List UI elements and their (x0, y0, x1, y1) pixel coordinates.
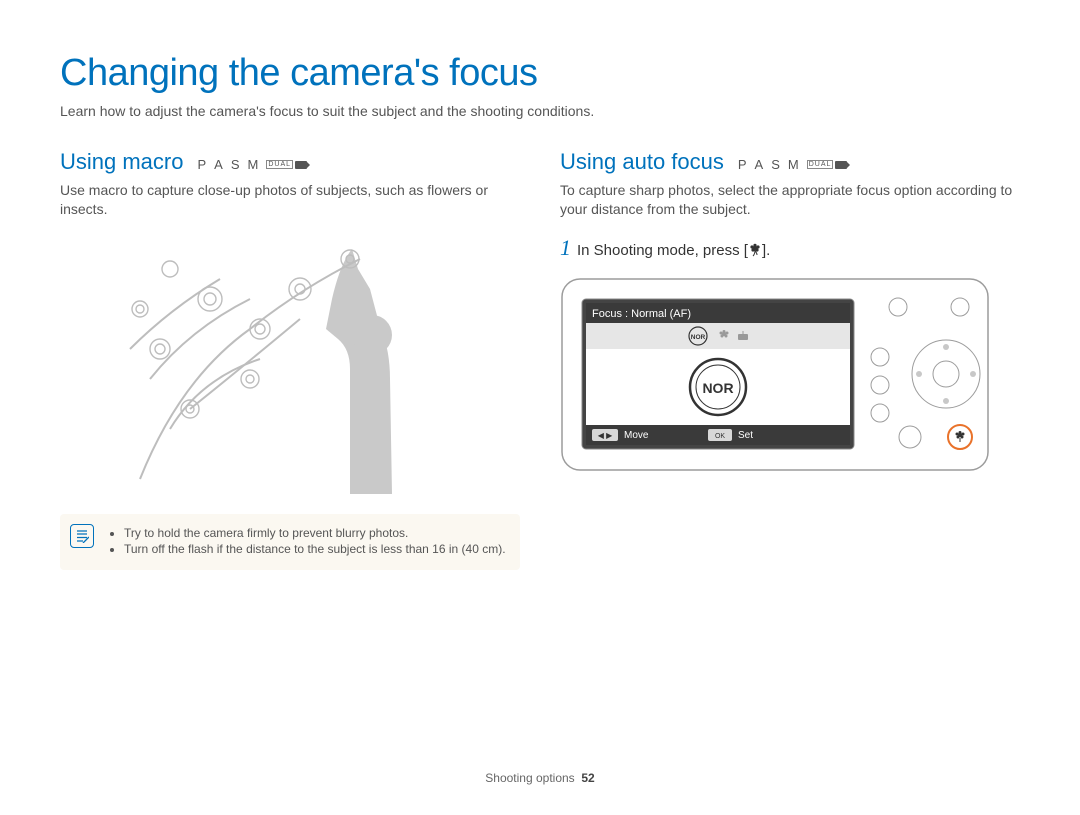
intro-text: Learn how to adjust the camera's focus t… (60, 103, 1020, 119)
heading-autofocus: Using auto focus P A S M DUAL (560, 149, 1020, 175)
page-footer: Shooting options 52 (0, 771, 1080, 785)
page-title: Changing the camera's focus (60, 52, 1020, 95)
step-number: 1 (560, 235, 571, 261)
mode-icons-macro: P A S M DUAL (197, 157, 307, 172)
mode-s: S (771, 157, 786, 172)
column-right: Using auto focus P A S M DUAL To capture… (560, 149, 1020, 570)
step-text-prefix: In Shooting mode, press [ (577, 242, 748, 259)
footer-page: 52 (581, 771, 594, 785)
camera-illustration: Focus : Normal (AF) NOR NOR ◀ ▶ Move (560, 277, 990, 472)
screen-set: Set (738, 430, 753, 441)
step-1: 1 In Shooting mode, press []. (560, 235, 1020, 261)
mode-m: M (788, 157, 805, 172)
mode-m: M (248, 157, 265, 172)
flower-icon (748, 243, 762, 257)
tip-item: Try to hold the camera firmly to prevent… (124, 526, 506, 540)
mode-s: S (231, 157, 246, 172)
step-text-suffix: ]. (762, 242, 770, 259)
column-left: Using macro P A S M DUAL Use macro to ca… (60, 149, 520, 570)
footer-section: Shooting options (485, 771, 574, 785)
step-text: In Shooting mode, press []. (577, 242, 770, 259)
tip-item: Turn off the flash if the distance to th… (124, 542, 506, 556)
svg-text:OK: OK (715, 433, 725, 440)
tip-box: Try to hold the camera firmly to prevent… (60, 514, 520, 570)
heading-autofocus-text: Using auto focus (560, 149, 724, 175)
mode-p: P (197, 157, 212, 172)
mode-a: A (214, 157, 229, 172)
screen-move: Move (624, 430, 649, 441)
mode-icons-autofocus: P A S M DUAL (738, 157, 848, 172)
svg-text:NOR: NOR (691, 334, 706, 341)
heading-macro-text: Using macro (60, 149, 183, 175)
screen-title: Focus : Normal (AF) (592, 308, 691, 320)
camcorder-icon (835, 161, 847, 169)
mode-dual-icon: DUAL (266, 160, 293, 169)
macro-body: Use macro to capture close-up photos of … (60, 181, 520, 219)
screen-center: NOR (702, 380, 733, 396)
tip-icon (70, 524, 94, 548)
autofocus-body: To capture sharp photos, select the appr… (560, 181, 1020, 219)
heading-macro: Using macro P A S M DUAL (60, 149, 520, 175)
mode-p: P (738, 157, 753, 172)
camcorder-icon (295, 161, 307, 169)
mode-dual-icon: DUAL (807, 160, 834, 169)
mode-a: A (755, 157, 770, 172)
svg-text:◀ ▶: ◀ ▶ (598, 431, 613, 440)
macro-illustration (100, 229, 480, 494)
